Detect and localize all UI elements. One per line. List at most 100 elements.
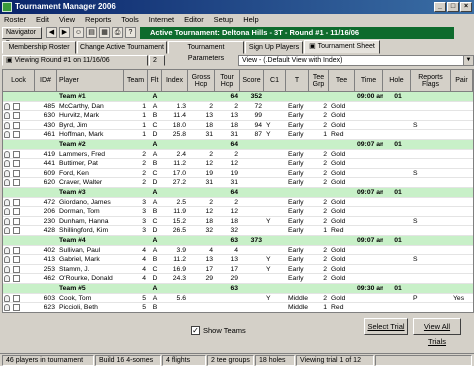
cell-player[interactable]: Hurvitz, Mark [59, 111, 124, 121]
cell-t[interactable]: Early [288, 111, 309, 121]
cell-c1[interactable] [266, 246, 286, 256]
help-icon[interactable]: ? [125, 27, 136, 38]
cell-c1[interactable]: Y [266, 121, 286, 131]
cell-time[interactable] [357, 246, 383, 256]
cell-gross[interactable]: 19 [188, 169, 213, 179]
cell-flt[interactable]: A [148, 246, 162, 256]
cell-flags[interactable] [413, 226, 451, 236]
cell-team[interactable]: 4 [124, 255, 146, 265]
cell-player[interactable]: Cook, Tom [59, 294, 124, 304]
player-row[interactable]: 441 Buttimer, Pat 2 B 11.2 12 12 Early 2 Gold [3, 159, 473, 169]
cell-team[interactable]: 2 [124, 159, 146, 169]
player-row[interactable]: 623 Piccioli, Beth 5 B Middle 1 Red [3, 303, 473, 312]
cell-score[interactable] [240, 246, 262, 256]
cell-id[interactable]: 253 [35, 265, 55, 275]
cell-team[interactable]: 3 [124, 207, 146, 217]
cell-gross[interactable] [188, 294, 213, 304]
cell-t[interactable]: Early [288, 246, 309, 256]
cell-score[interactable]: 352 [240, 92, 262, 102]
cell-flags[interactable]: S [413, 121, 451, 131]
cell-c1[interactable] [266, 207, 286, 217]
col-tour-hcp[interactable]: Tour Hcp [215, 70, 240, 92]
cell-t[interactable] [288, 236, 309, 246]
lock-icon[interactable] [4, 217, 10, 225]
lock-icon[interactable] [4, 179, 10, 187]
cell-c1[interactable] [266, 188, 286, 198]
cell-tee[interactable]: Red [331, 130, 355, 140]
cell-hole[interactable] [385, 255, 411, 265]
view-all-trials-button[interactable]: View All Trials [413, 318, 461, 346]
cell-c1[interactable]: Y [266, 255, 286, 265]
cell-flt[interactable]: B [148, 303, 162, 312]
menu-editor[interactable]: Editor [180, 14, 208, 26]
lock-icon[interactable] [4, 208, 10, 216]
row-checkbox[interactable] [13, 294, 20, 302]
cell-gross[interactable]: 29 [188, 274, 213, 284]
cell-flt[interactable]: A [148, 140, 162, 150]
cell-flags[interactable] [413, 188, 451, 198]
chevron-down-icon[interactable]: ▼ [463, 56, 473, 65]
cell-player[interactable]: Buttimer, Pat [59, 159, 124, 169]
cell-hole[interactable] [385, 121, 411, 131]
cell-tee[interactable]: Gold [331, 159, 355, 169]
cell-c1[interactable] [266, 274, 286, 284]
cell-score[interactable] [240, 169, 262, 179]
cell-t[interactable]: Early [288, 150, 309, 160]
col-reports-flags[interactable]: Reports Flags [411, 70, 451, 92]
cell-tee[interactable] [331, 92, 355, 102]
cell-t[interactable] [288, 140, 309, 150]
cell-gross[interactable]: 17 [188, 265, 213, 275]
cell-team[interactable] [124, 284, 146, 294]
cell-tee[interactable]: Gold [331, 207, 355, 217]
menu-setup[interactable]: Setup [210, 14, 238, 26]
cell-teegrp[interactable]: 2 [309, 246, 327, 256]
col-tee[interactable]: Tee [329, 70, 355, 92]
cell-time[interactable] [357, 217, 383, 227]
cell-id[interactable]: 623 [35, 303, 55, 312]
cell-flags[interactable] [413, 198, 451, 208]
cell-flt[interactable]: B [148, 111, 162, 121]
col-team[interactable]: Team [124, 70, 148, 92]
col-lock[interactable]: Lock [3, 70, 35, 92]
cell-index[interactable] [162, 92, 186, 102]
cell-player[interactable]: Team #1 [59, 92, 124, 102]
cell-flags[interactable] [413, 303, 451, 312]
menu-help[interactable]: Help [239, 14, 262, 26]
cell-hole[interactable] [385, 207, 411, 217]
cell-index[interactable]: 25.8 [162, 130, 186, 140]
row-checkbox[interactable] [13, 227, 20, 235]
cell-c1[interactable] [266, 92, 286, 102]
cell-teegrp[interactable] [309, 284, 327, 294]
cell-score[interactable] [240, 198, 262, 208]
cell-t[interactable]: Early [288, 121, 309, 131]
cell-id[interactable] [35, 140, 55, 150]
cell-c1[interactable] [266, 236, 286, 246]
cell-teegrp[interactable]: 2 [309, 255, 327, 265]
cell-tour[interactable]: 64 [215, 140, 238, 150]
cell-time[interactable] [357, 274, 383, 284]
cell-c1[interactable] [266, 303, 286, 312]
lock-icon[interactable] [4, 131, 10, 139]
player-row[interactable]: 620 Craver, Walter 2 D 27.2 31 31 Early 2 Gold [3, 178, 473, 188]
lock-icon[interactable] [4, 304, 10, 312]
cell-id[interactable]: 603 [35, 294, 55, 304]
cell-pair[interactable] [453, 188, 473, 198]
cell-pair[interactable]: Yes [453, 294, 473, 304]
cell-time[interactable] [357, 169, 383, 179]
cell-teegrp[interactable] [309, 236, 327, 246]
row-checkbox[interactable] [13, 112, 20, 120]
cell-gross[interactable] [188, 236, 213, 246]
cell-team[interactable] [124, 236, 146, 246]
cell-tee[interactable]: Gold [331, 178, 355, 188]
cell-score[interactable]: 373 [240, 236, 262, 246]
cell-flt[interactable]: A [148, 102, 162, 112]
cell-time[interactable]: 09:07 am [357, 188, 383, 198]
cell-index[interactable]: 18.0 [162, 121, 186, 131]
cell-time[interactable] [357, 102, 383, 112]
lock-icon[interactable] [4, 294, 10, 302]
cell-team[interactable]: 3 [124, 226, 146, 236]
player-row[interactable]: 462 O'Rourke, Donald 4 D 24.3 29 29 Early 2 Gold [3, 274, 473, 284]
player-row[interactable]: 609 Ford, Ken 2 C 17.0 19 19 Early 2 Gold S [3, 169, 473, 179]
cell-teegrp[interactable]: 2 [309, 111, 327, 121]
player-row[interactable]: 603 Cook, Tom 5 A 5.6 Y Middle 2 Gold P Yes [3, 294, 473, 304]
